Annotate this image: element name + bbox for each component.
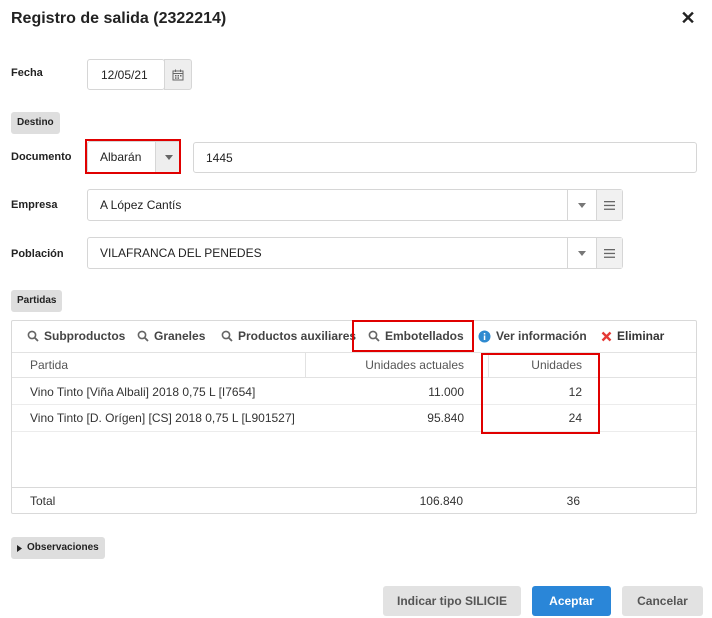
dialog-title: Registro de salida (2322214) [11, 10, 227, 27]
header-unidades[interactable]: Unidades [489, 352, 582, 378]
subproductos-button[interactable]: Subproductos [27, 321, 125, 351]
graneles-button[interactable]: Graneles [137, 321, 205, 351]
cell-unidades-actuales: 11.000 [428, 385, 464, 399]
cancelar-button[interactable]: Cancelar [622, 586, 703, 616]
total-label: Total [30, 494, 56, 508]
caret-right-icon [17, 544, 22, 552]
chevron-down-icon [164, 154, 173, 160]
chevron-down-icon [577, 250, 586, 256]
aceptar-button[interactable]: Aceptar [532, 586, 611, 616]
search-icon [368, 330, 380, 342]
documento-dropdown-button[interactable] [155, 142, 181, 172]
search-icon [137, 330, 149, 342]
cell-unidades[interactable]: 24 [489, 405, 582, 431]
chevron-down-icon [577, 202, 586, 208]
documento-label: Documento [11, 151, 72, 163]
embotellados-button[interactable]: Embotellados [368, 321, 464, 351]
info-icon [478, 330, 491, 342]
search-icon [27, 330, 39, 342]
partidas-section: Partidas [11, 290, 63, 312]
ver-informacion-button[interactable]: Ver información [478, 321, 587, 351]
destino-section: Destino [11, 112, 60, 134]
empresa-select[interactable]: A López Cantís [87, 189, 623, 221]
close-icon[interactable]: ✕ [679, 7, 697, 29]
productos-auxiliares-button[interactable]: Productos auxiliares [221, 321, 356, 351]
total-unidades-actuales: 106.840 [419, 494, 463, 508]
total-unidades: 36 [566, 494, 580, 508]
calendar-button[interactable] [164, 59, 192, 90]
empresa-label: Empresa [11, 199, 58, 211]
search-icon [221, 330, 233, 342]
list-icon [604, 200, 615, 210]
fecha-input[interactable]: 12/05/21 [87, 59, 165, 90]
empresa-list-button[interactable] [596, 190, 622, 220]
list-icon [604, 248, 615, 258]
delete-x-icon [601, 331, 612, 341]
header-partida[interactable]: Partida [30, 352, 68, 378]
fecha-label: Fecha [11, 67, 43, 79]
poblacion-select[interactable]: VILAFRANCA DEL PENEDES [87, 237, 623, 269]
calendar-icon [172, 69, 184, 80]
indicar-tipo-silicie-button[interactable]: Indicar tipo SILICIE [383, 586, 521, 616]
cell-unidades[interactable]: 12 [489, 379, 582, 405]
cell-unidades-actuales: 95.840 [427, 411, 464, 425]
cell-partida: Vino Tinto [D. Orígen] [CS] 2018 0,75 L … [30, 411, 295, 425]
poblacion-dropdown-button[interactable] [567, 238, 595, 268]
cell-partida: Vino Tinto [Viña Albali] 2018 0,75 L [I7… [30, 385, 256, 399]
documento-type-value: Albarán [100, 150, 142, 164]
poblacion-value: VILAFRANCA DEL PENEDES [100, 246, 262, 260]
empresa-value: A López Cantís [100, 198, 182, 212]
poblacion-label: Población [11, 248, 64, 260]
documento-number-input[interactable]: 1445 [193, 142, 697, 173]
eliminar-button[interactable]: Eliminar [601, 321, 664, 351]
header-unidades-actuales[interactable]: Unidades actuales [306, 352, 464, 378]
poblacion-list-button[interactable] [596, 238, 622, 268]
empresa-dropdown-button[interactable] [567, 190, 595, 220]
observaciones-toggle[interactable]: Observaciones [11, 537, 105, 559]
